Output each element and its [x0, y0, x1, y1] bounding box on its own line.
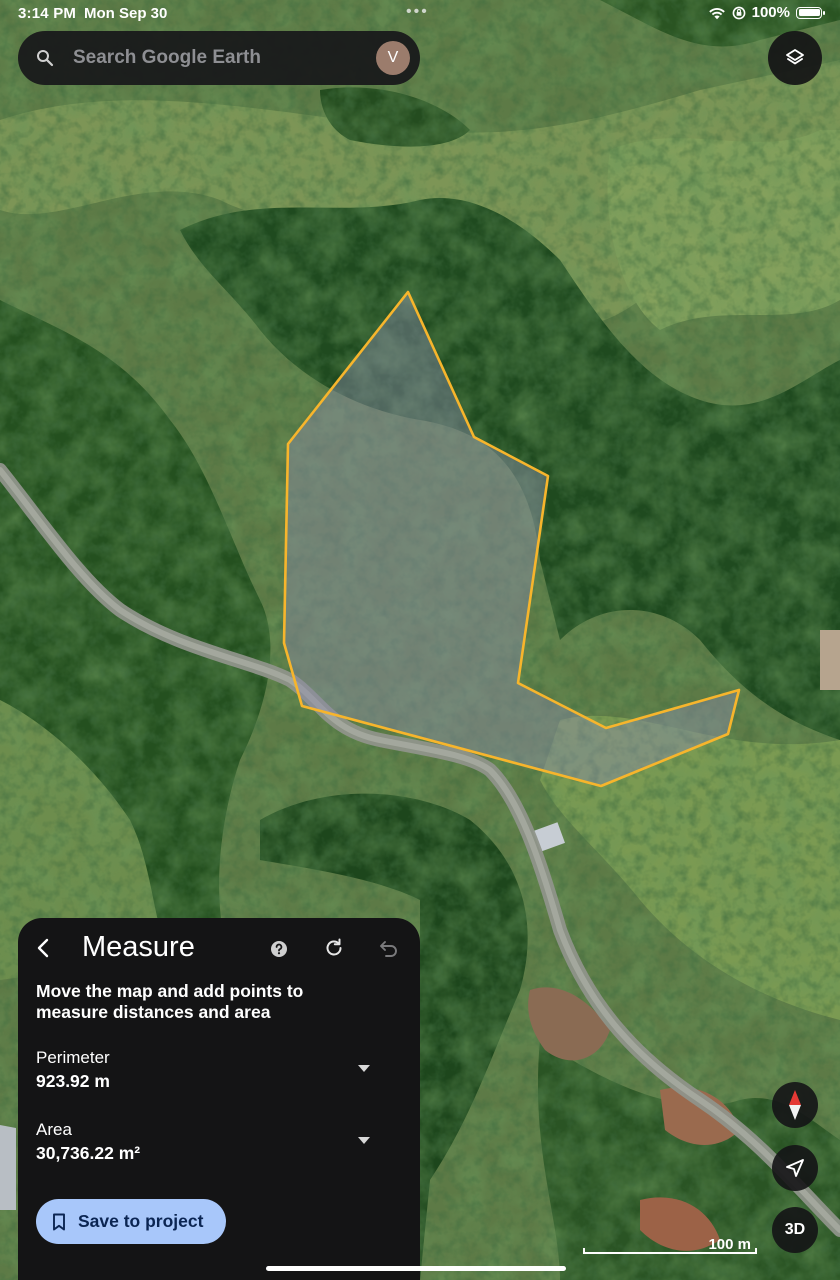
- search-icon: [37, 50, 54, 67]
- status-bar: 3:14 PM Mon Sep 30 ••• 100%: [0, 0, 840, 28]
- wifi-icon: [708, 7, 725, 19]
- area-label: Area: [36, 1120, 72, 1139]
- measure-instruction: Move the map and add points to measure d…: [36, 981, 304, 1022]
- save-to-project-button[interactable]: Save to project: [36, 1199, 226, 1244]
- bookmark-icon: [53, 1213, 65, 1230]
- location-arrow-icon: [786, 1159, 804, 1177]
- undo-icon[interactable]: [378, 937, 400, 959]
- scale-bar: [583, 1248, 757, 1254]
- home-indicator[interactable]: [266, 1266, 566, 1271]
- my-location-button[interactable]: [772, 1145, 818, 1191]
- refresh-icon[interactable]: [323, 937, 345, 959]
- layers-icon: [786, 49, 804, 65]
- map-scale: 100 m: [583, 1236, 757, 1254]
- perimeter-unit-dropdown[interactable]: [358, 1065, 370, 1072]
- layers-button[interactable]: [768, 31, 822, 85]
- search-bar[interactable]: Search Google Earth V: [18, 31, 420, 85]
- status-time: 3:14 PM: [18, 5, 77, 22]
- save-to-project-label: Save to project: [78, 1211, 204, 1231]
- chevron-left-icon[interactable]: [32, 936, 56, 960]
- panel-title: Measure: [82, 931, 195, 963]
- perimeter-value: 923.92 m: [36, 1071, 110, 1091]
- help-icon[interactable]: [270, 940, 288, 958]
- battery-percent: 100%: [751, 4, 790, 21]
- multitasking-dots[interactable]: •••: [406, 3, 429, 21]
- area-unit-dropdown[interactable]: [358, 1137, 370, 1144]
- compass-icon: [789, 1090, 801, 1120]
- orientation-lock-icon: [732, 6, 746, 19]
- perimeter-label: Perimeter: [36, 1048, 110, 1067]
- status-indicators: 100%: [708, 4, 825, 21]
- measure-panel: Measure Move the map and add points to m…: [18, 918, 420, 1280]
- 3d-toggle-button[interactable]: 3D: [772, 1207, 818, 1253]
- search-input[interactable]: Search Google Earth: [73, 47, 261, 69]
- battery-icon: [796, 6, 825, 19]
- avatar[interactable]: V: [376, 41, 410, 75]
- compass-button[interactable]: [772, 1082, 818, 1128]
- status-date: Mon Sep 30: [84, 5, 168, 22]
- area-value: 30,736.22 m²: [36, 1143, 141, 1163]
